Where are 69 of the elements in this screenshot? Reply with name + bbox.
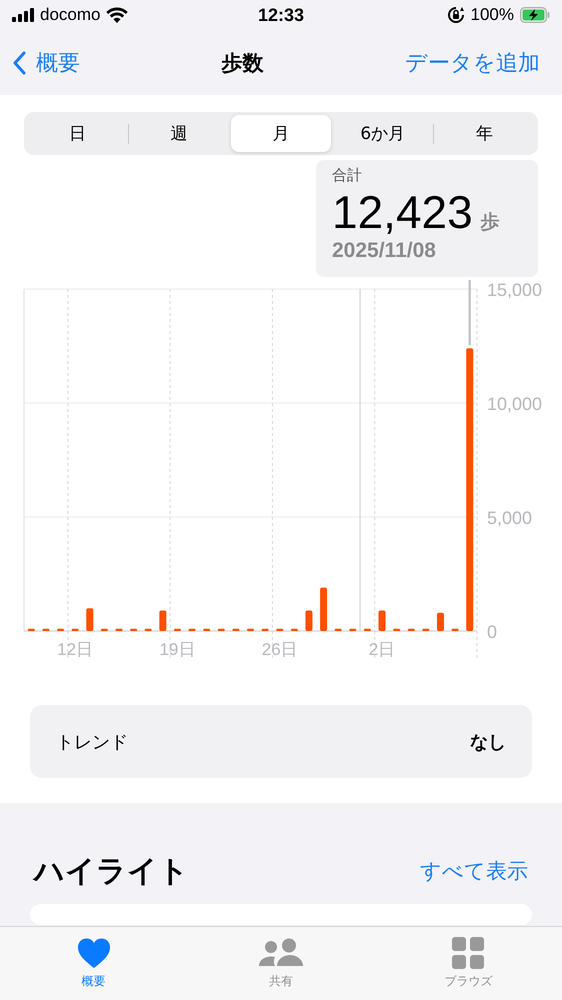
axis-label: 12日 [57, 640, 94, 659]
bar [276, 628, 284, 631]
axis-label: 10,000 [487, 394, 542, 414]
bar [232, 628, 240, 631]
show-all-link[interactable]: すべて表示 [420, 857, 528, 885]
bar [334, 628, 342, 631]
clock: 12:33 [258, 4, 304, 26]
bar [320, 588, 328, 631]
axis-label: 0 [487, 622, 498, 642]
bar [436, 612, 444, 631]
unit-label: 歩 [480, 210, 500, 235]
highlight-card[interactable] [30, 904, 532, 925]
bar [408, 628, 415, 631]
bar [188, 628, 196, 631]
segment-tab[interactable]: 年 [434, 115, 535, 152]
bar [422, 628, 430, 631]
trend-label: トレンド [56, 730, 128, 754]
bar [86, 608, 94, 631]
bar [305, 610, 312, 631]
signal-icon [12, 8, 34, 22]
segment-tab[interactable]: 週 [128, 115, 230, 152]
battery-charging-icon [520, 7, 550, 23]
bar [57, 628, 64, 631]
bar [393, 628, 400, 631]
battery-percent: 100% [470, 5, 514, 25]
people-icon [258, 937, 304, 969]
add-data-link[interactable]: データを追加 [405, 48, 540, 78]
axis-label: 5,000 [487, 508, 532, 528]
heart-icon [76, 937, 111, 969]
axis-label: 19日 [159, 640, 196, 659]
wifi-icon [106, 7, 128, 23]
bar [364, 628, 371, 631]
callout-label: 合計 [332, 166, 363, 185]
segment-tab[interactable]: 6か月 [332, 115, 434, 152]
segment-tab[interactable]: 月 [230, 115, 332, 152]
bar [72, 628, 79, 631]
bar [144, 628, 152, 631]
trend-card[interactable]: トレンド なし [30, 705, 532, 778]
bar [100, 628, 108, 631]
grid-icon [452, 937, 484, 969]
carrier-name: docomo [40, 5, 100, 25]
chevron-left-icon [12, 50, 26, 74]
bar [203, 628, 210, 631]
bar [452, 628, 459, 631]
axis-label: 15,000 [487, 280, 542, 300]
bar [218, 628, 225, 631]
back-link[interactable]: 概要 [12, 48, 80, 78]
page-title: 歩数 [222, 50, 264, 76]
segment-tab[interactable]: 日 [27, 115, 128, 152]
bar [28, 628, 35, 631]
callout-date: 2025/11/08 [332, 239, 437, 263]
section-title: ハイライト [34, 852, 189, 890]
bar [349, 628, 356, 631]
rotation-lock-icon [446, 6, 464, 24]
bar [174, 628, 181, 631]
bar [159, 610, 166, 631]
bar [115, 628, 122, 631]
axis-label: 2日 [368, 640, 396, 659]
axis-label: 26日 [262, 640, 298, 659]
bar [247, 628, 254, 631]
selection-line [468, 280, 471, 346]
bar [42, 628, 50, 631]
trend-value: なし [470, 730, 506, 754]
tab-item[interactable]: 概要 [0, 927, 188, 1000]
bar [262, 628, 269, 631]
total-value: 12,423 [332, 185, 473, 239]
bar [290, 628, 298, 631]
bar [378, 610, 386, 631]
bar [130, 628, 138, 631]
